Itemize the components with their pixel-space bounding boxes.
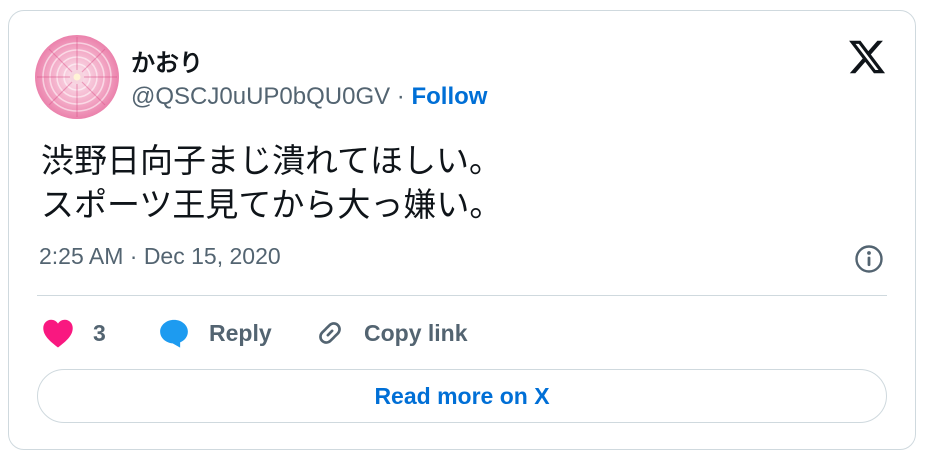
handle-separator: · [390, 83, 412, 110]
copy-link-label: Copy link [364, 319, 468, 346]
pink-dahlia-flower-avatar [35, 35, 119, 119]
tweet-timestamp[interactable]: 2:25 AM · Dec 15, 2020 [39, 243, 281, 270]
heart-icon [43, 319, 73, 348]
info-icon[interactable] [853, 243, 885, 275]
tweet-text-line: スポーツ王見てから大っ嫌い。 [41, 185, 503, 224]
reply-label: Reply [209, 319, 272, 346]
avatar[interactable] [35, 35, 119, 119]
x-logo-icon[interactable] [847, 37, 887, 77]
tweet-text-line: 渋野日向子まじ潰れてほしい。 [41, 141, 503, 180]
author-display-name[interactable]: かおり [131, 43, 203, 78]
tweet-text: 渋野日向子まじ潰れてほしい。 スポーツ王見てから大っ嫌い。 [41, 139, 881, 227]
author-handle[interactable]: @QSCJ0uUP0bQU0GV [131, 83, 390, 110]
like-count: 3 [93, 319, 106, 346]
read-more-label: Read more on X [374, 382, 550, 409]
like-button[interactable]: 3 [41, 313, 106, 353]
link-icon [319, 322, 341, 344]
divider [37, 295, 887, 296]
read-more-button[interactable]: Read more on X [37, 369, 887, 423]
author-handle-row: @QSCJ0uUP0bQU0GV · Follow [131, 83, 487, 111]
reply-bubble-icon [160, 319, 188, 348]
reply-button[interactable]: Reply [157, 313, 272, 353]
tweet-card: かおり @QSCJ0uUP0bQU0GV · Follow 渋野日向子まじ潰れて… [8, 10, 916, 450]
copy-link-button[interactable]: Copy link [314, 313, 468, 353]
follow-button[interactable]: Follow [411, 83, 487, 110]
